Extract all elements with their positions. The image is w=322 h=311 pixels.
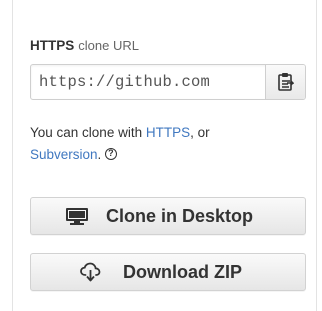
help-suffix: . xyxy=(97,147,102,162)
sidebar-divider-left xyxy=(12,0,13,311)
protocol-label: HTTPS xyxy=(30,38,75,53)
https-link[interactable]: HTTPS xyxy=(146,125,190,140)
subversion-link[interactable]: Subversion xyxy=(30,147,98,162)
cloud-download-icon xyxy=(80,262,101,282)
download-zip-label: Download ZIP xyxy=(123,262,242,282)
clone-url-box xyxy=(30,64,306,100)
copy-url-button[interactable] xyxy=(265,65,305,99)
download-zip-button[interactable]: Download ZIP xyxy=(30,253,306,291)
clone-url-label: clone URL xyxy=(78,38,139,53)
clone-panel: HTTPSclone URL You can clone with HTTPS,… xyxy=(0,0,322,311)
clone-in-desktop-label: Clone in Desktop xyxy=(106,206,254,226)
clone-url-heading: HTTPS clone URL xyxy=(30,38,139,54)
question-circle-icon[interactable] xyxy=(105,146,118,160)
sidebar-divider-right xyxy=(316,0,317,311)
clone-help-text: You can clone with HTTPS, or Subversion. xyxy=(30,122,300,166)
help-prefix: You can clone with xyxy=(30,125,146,140)
monitor-icon xyxy=(66,208,88,225)
clone-in-desktop-button[interactable]: Clone in Desktop xyxy=(30,197,306,235)
clone-url-input[interactable] xyxy=(31,65,264,99)
clipboard-icon xyxy=(278,73,294,91)
help-middle: , or xyxy=(190,125,210,140)
